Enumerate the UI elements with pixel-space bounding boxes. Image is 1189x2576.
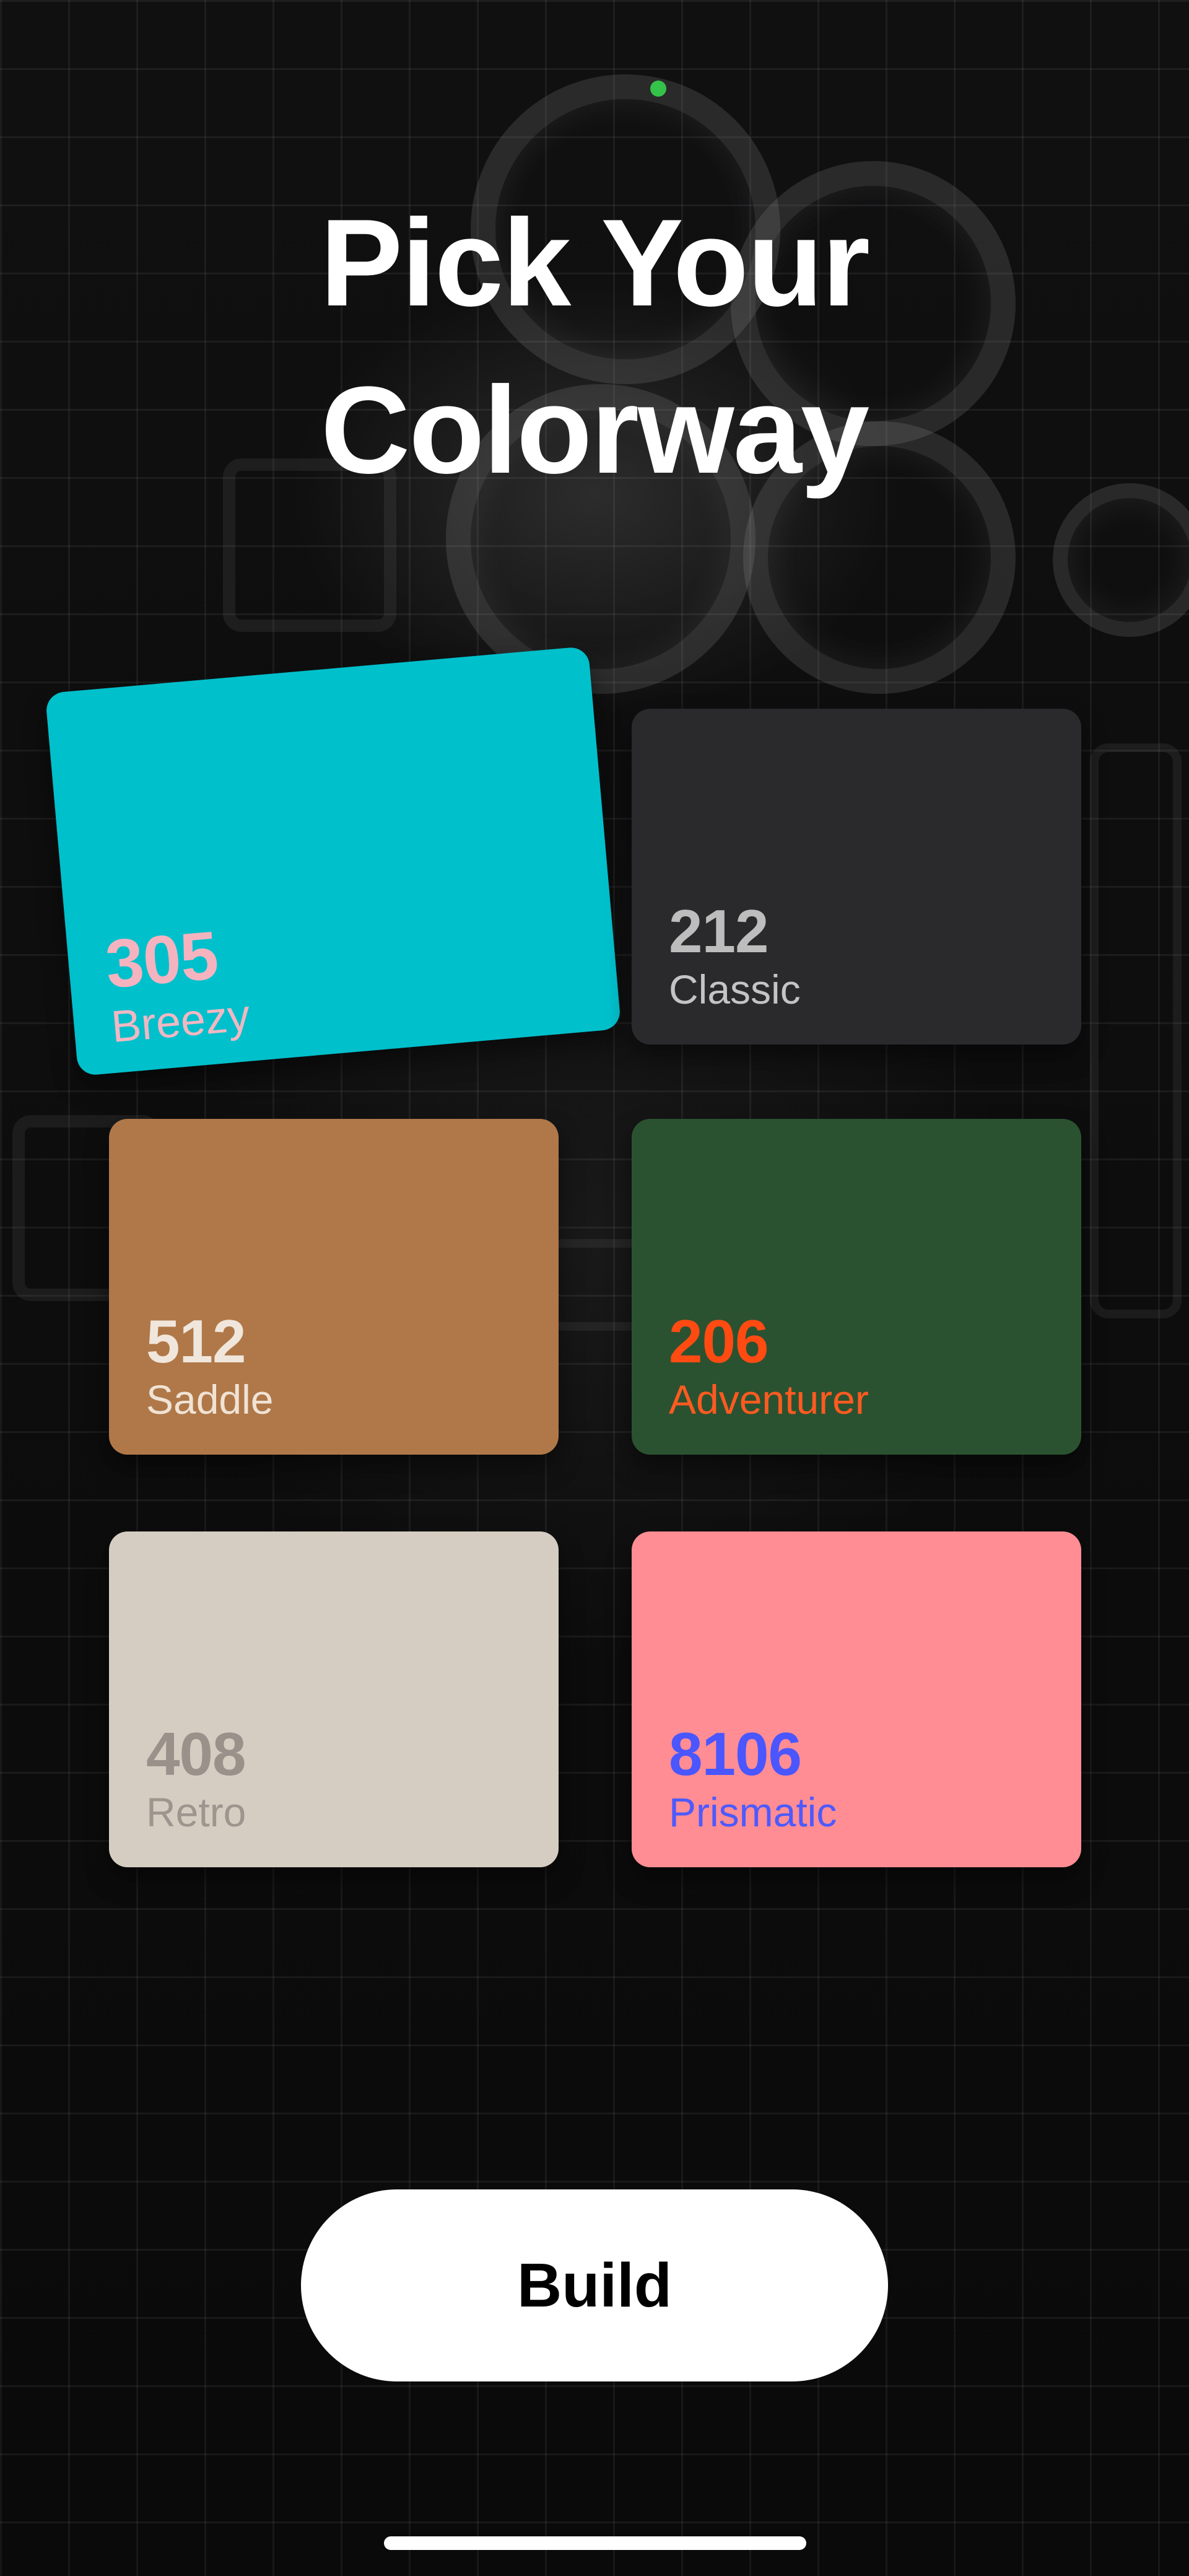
colorway-card-classic[interactable]: 212 Classic: [632, 709, 1081, 1045]
colorway-name: Retro: [146, 1789, 246, 1835]
colorway-card-adventurer[interactable]: 206 Adventurer: [632, 1119, 1081, 1455]
page-title: Pick Your Colorway: [0, 180, 1189, 514]
colorway-card-saddle[interactable]: 512 Saddle: [109, 1119, 559, 1455]
colorway-name: Breezy: [109, 990, 252, 1053]
colorway-number: 212: [669, 897, 769, 965]
page-title-line-1: Pick Your: [320, 194, 870, 332]
colorway-name: Saddle: [146, 1377, 274, 1422]
colorway-card-retro[interactable]: 408 Retro: [109, 1531, 559, 1867]
colorway-name: Prismatic: [669, 1789, 837, 1835]
colorway-number: 206: [669, 1307, 769, 1375]
colorway-number: 408: [146, 1720, 246, 1788]
colorway-card-breezy[interactable]: 305 Breezy: [45, 646, 622, 1077]
colorway-name: Adventurer: [669, 1377, 869, 1422]
colorway-number: 305: [102, 917, 221, 1003]
colorway-number: 512: [146, 1307, 246, 1375]
page-title-line-2: Colorway: [320, 361, 869, 499]
home-indicator[interactable]: [384, 2536, 806, 2550]
build-button[interactable]: Build: [301, 2189, 888, 2381]
part-shape: [1090, 743, 1182, 1318]
colorway-number: 8106: [669, 1720, 802, 1788]
camera-indicator-dot: [650, 81, 666, 97]
colorway-card-prismatic[interactable]: 8106 Prismatic: [632, 1531, 1081, 1867]
colorway-name: Classic: [669, 966, 801, 1012]
